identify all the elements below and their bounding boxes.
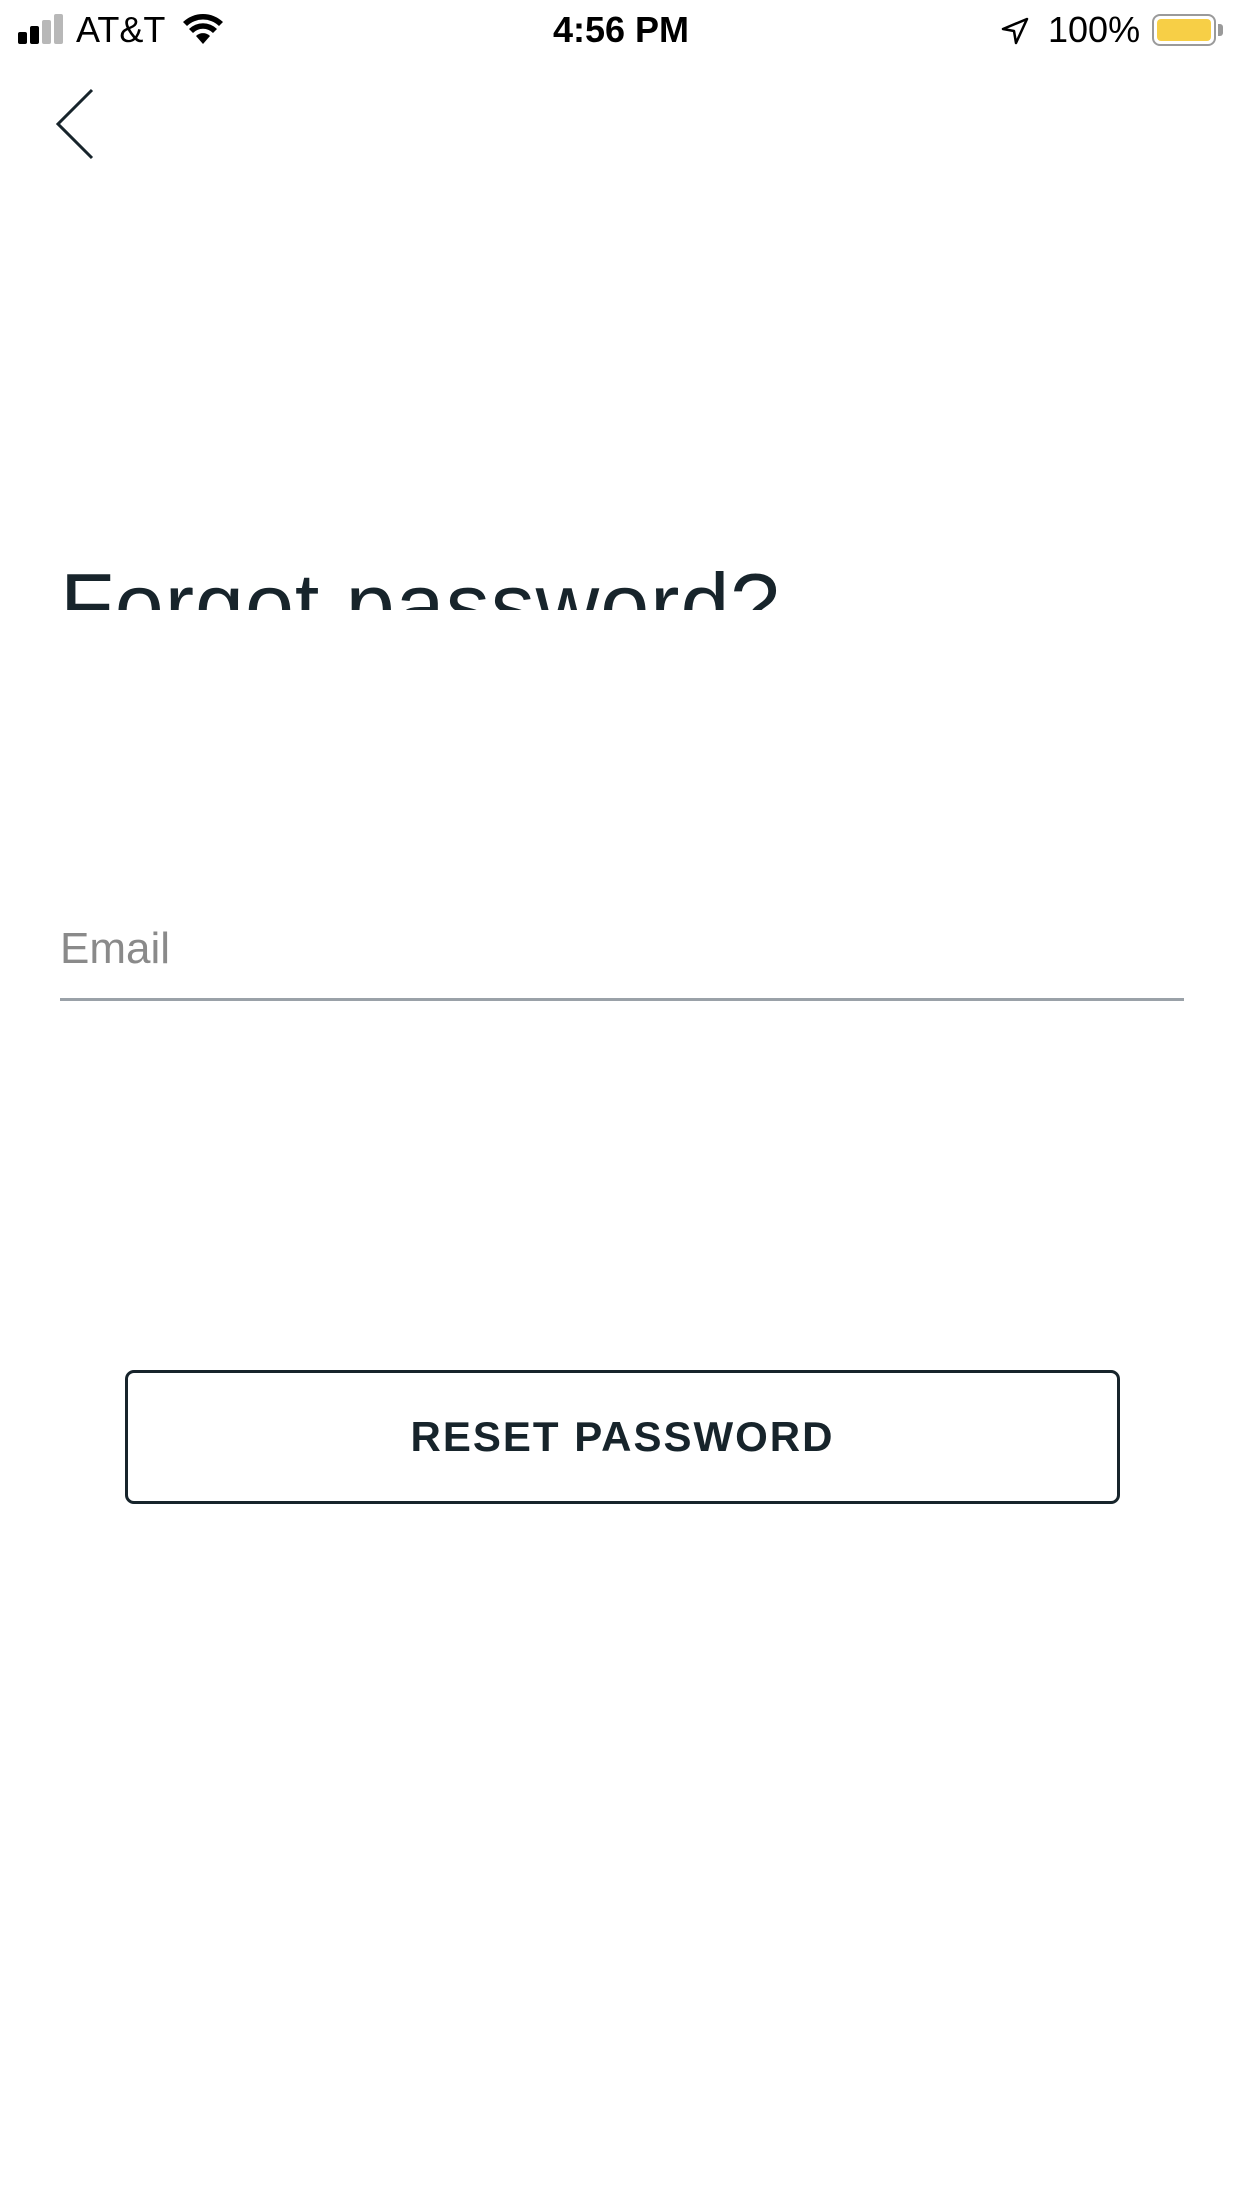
back-button[interactable] (40, 80, 110, 160)
reset-password-button[interactable]: RESET PASSWORD (125, 1370, 1120, 1504)
page-title: Forgot password? (60, 555, 1160, 610)
chevron-left-icon (55, 88, 94, 160)
battery-percent: 100% (1048, 9, 1141, 50)
location-arrow-icon (1001, 17, 1029, 45)
status-bar: AT&T 4:56 PM 100% (0, 0, 1242, 62)
email-field[interactable] (60, 900, 1184, 1001)
reset-password-label: RESET PASSWORD (410, 1413, 835, 1460)
page-title-text: Forgot password? (60, 555, 781, 610)
battery-icon (1152, 14, 1224, 48)
